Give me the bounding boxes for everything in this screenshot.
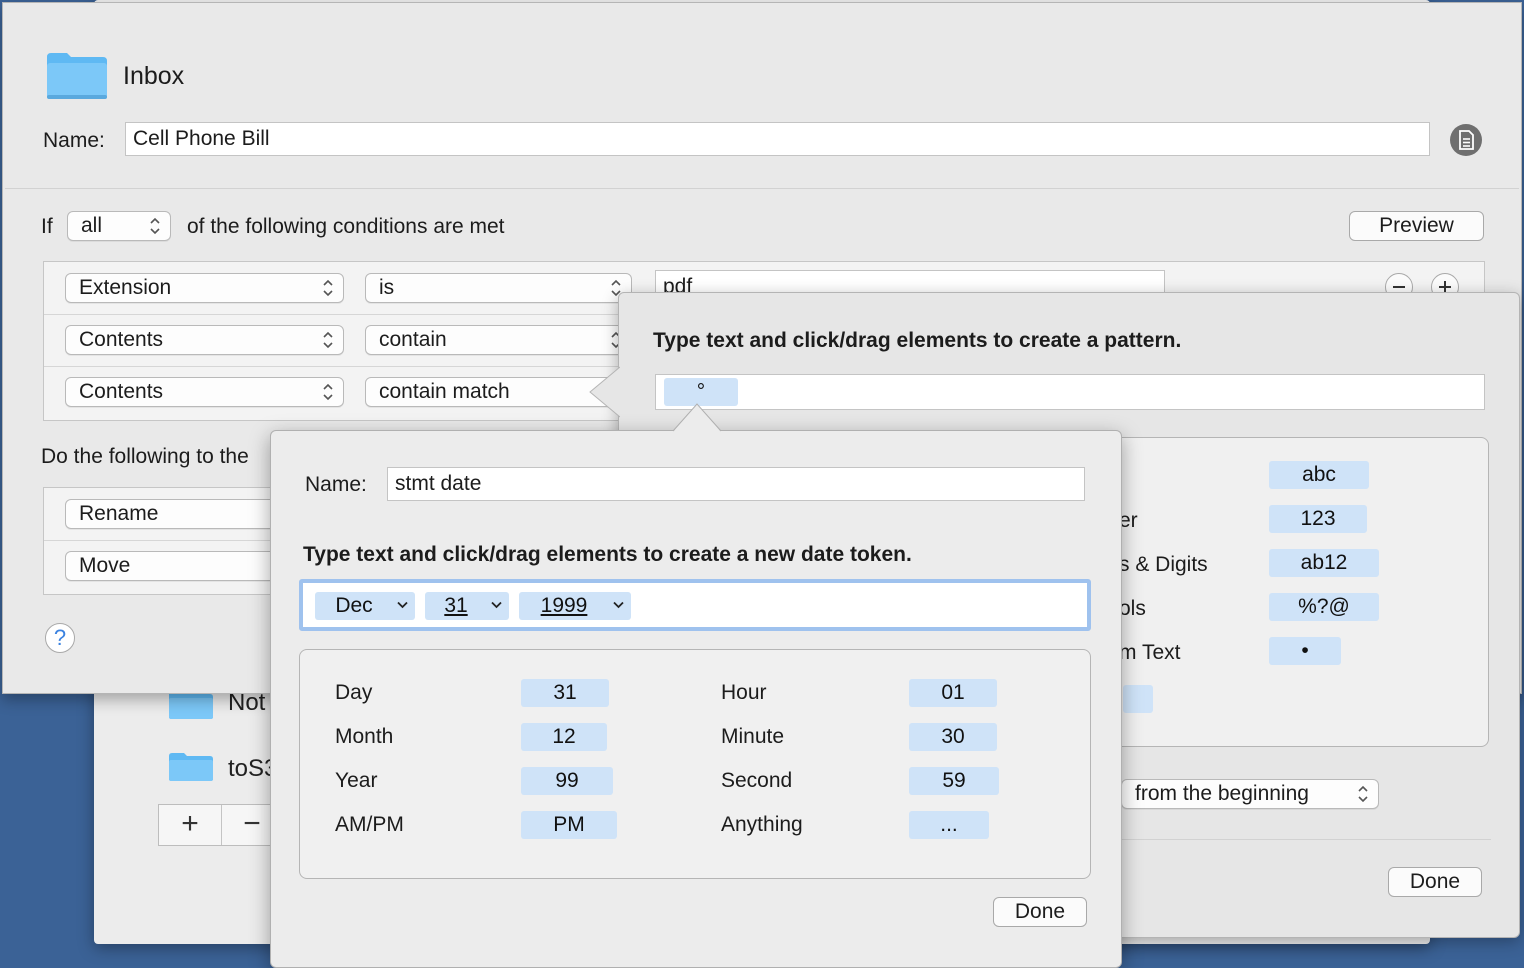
condition-attribute-popup[interactable]: Contents <box>65 325 344 355</box>
pattern-title: Type text and click/drag elements to cre… <box>653 329 1182 352</box>
folder-icon <box>47 53 107 99</box>
chevron-down-icon <box>397 601 408 609</box>
element-token-hour[interactable]: 01 <box>909 679 997 707</box>
condition-attribute-value: Contents <box>79 380 164 403</box>
document-icon[interactable] <box>1449 123 1483 157</box>
element-token-month[interactable]: 12 <box>521 723 607 751</box>
element-token[interactable]: ab12 <box>1269 549 1379 577</box>
condition-attribute-value: Contents <box>79 328 164 351</box>
add-folder-button[interactable]: + <box>159 805 222 845</box>
condition-operator-value: contain match <box>379 380 510 403</box>
updown-arrows-icon <box>323 279 333 297</box>
element-token[interactable]: • <box>1269 637 1341 665</box>
conditions-text: of the following conditions are met <box>187 215 505 238</box>
element-label-day: Day <box>335 681 373 704</box>
rule-name-field[interactable]: Cell Phone Bill <box>125 122 1430 156</box>
folder-icon <box>169 753 213 781</box>
condition-operator-popup[interactable]: is <box>365 273 632 303</box>
updown-arrows-icon <box>150 217 160 235</box>
actions-label: Do the following to the <box>41 445 249 468</box>
chevron-down-icon <box>491 601 502 609</box>
updown-arrows-icon <box>1358 785 1368 803</box>
element-token[interactable]: abc <box>1269 461 1369 489</box>
element-label-month: Month <box>335 725 394 748</box>
scope-popup[interactable]: from the beginning <box>1121 779 1379 809</box>
condition-operator-value: is <box>379 276 395 299</box>
folder-title: Inbox <box>123 62 185 90</box>
date-token-value: Dec <box>335 594 373 617</box>
date-token-day[interactable]: 31 <box>425 592 509 620</box>
element-label-anything: Anything <box>721 813 803 836</box>
match-mode-value: all <box>81 214 103 237</box>
action-value: Rename <box>79 502 159 525</box>
updown-arrows-icon <box>323 331 333 349</box>
date-token-value: 31 <box>444 594 468 617</box>
element-token-partial[interactable] <box>1123 685 1153 713</box>
date-token-month[interactable]: Dec <box>315 592 415 620</box>
action-value: Move <box>79 554 131 577</box>
element-token-second[interactable]: 59 <box>909 767 999 795</box>
name-label: Name: <box>43 129 105 152</box>
if-label: If <box>41 215 53 238</box>
element-token-ampm[interactable]: PM <box>521 811 617 839</box>
element-token[interactable]: %?@ <box>1269 593 1379 621</box>
condition-attribute-popup[interactable]: Contents <box>65 377 344 407</box>
condition-operator-popup[interactable]: contain <box>365 325 632 355</box>
element-label-minute: Minute <box>721 725 785 748</box>
preview-button[interactable]: Preview <box>1349 211 1484 241</box>
condition-operator-value: contain <box>379 328 447 351</box>
element-label-ampm: AM/PM <box>335 813 404 836</box>
date-token-popover: Name: stmt date Type text and click/drag… <box>270 430 1122 968</box>
element-token-year[interactable]: 99 <box>521 767 613 795</box>
token-name-field[interactable]: stmt date <box>387 467 1085 501</box>
scope-value: from the beginning <box>1135 782 1309 805</box>
divider <box>5 188 1519 189</box>
condition-attribute-value: Extension <box>79 276 172 299</box>
element-label: m Text <box>1119 641 1181 664</box>
element-label-year: Year <box>335 769 378 792</box>
element-token-minute[interactable]: 30 <box>909 723 997 751</box>
date-token-value: 1999 <box>540 594 588 617</box>
element-token[interactable]: 123 <box>1269 505 1367 533</box>
popover-arrow <box>672 403 722 432</box>
pattern-field[interactable]: ° <box>655 374 1485 410</box>
updown-arrows-icon <box>323 383 333 401</box>
folder-icon <box>169 691 213 719</box>
element-label: s & Digits <box>1119 553 1208 576</box>
date-done-button[interactable]: Done <box>993 897 1087 927</box>
date-token-year[interactable]: 1999 <box>519 592 631 620</box>
pattern-done-button[interactable]: Done <box>1388 867 1482 897</box>
chevron-down-icon <box>613 601 624 609</box>
element-label-hour: Hour <box>721 681 767 704</box>
date-format-field[interactable]: Dec 31 1999 <box>299 579 1091 631</box>
match-mode-popup[interactable]: all <box>67 211 171 241</box>
date-token-title: Type text and click/drag elements to cre… <box>303 543 912 566</box>
element-token-anything[interactable]: ... <box>909 811 989 839</box>
element-label-second: Second <box>721 769 793 792</box>
condition-attribute-popup[interactable]: Extension <box>65 273 344 303</box>
element-token-day[interactable]: 31 <box>521 679 609 707</box>
help-button[interactable]: ? <box>45 623 75 653</box>
popover-arrow <box>589 366 620 418</box>
element-label: ols <box>1119 597 1146 620</box>
divider <box>1121 839 1491 840</box>
token-name-label: Name: <box>305 473 367 496</box>
